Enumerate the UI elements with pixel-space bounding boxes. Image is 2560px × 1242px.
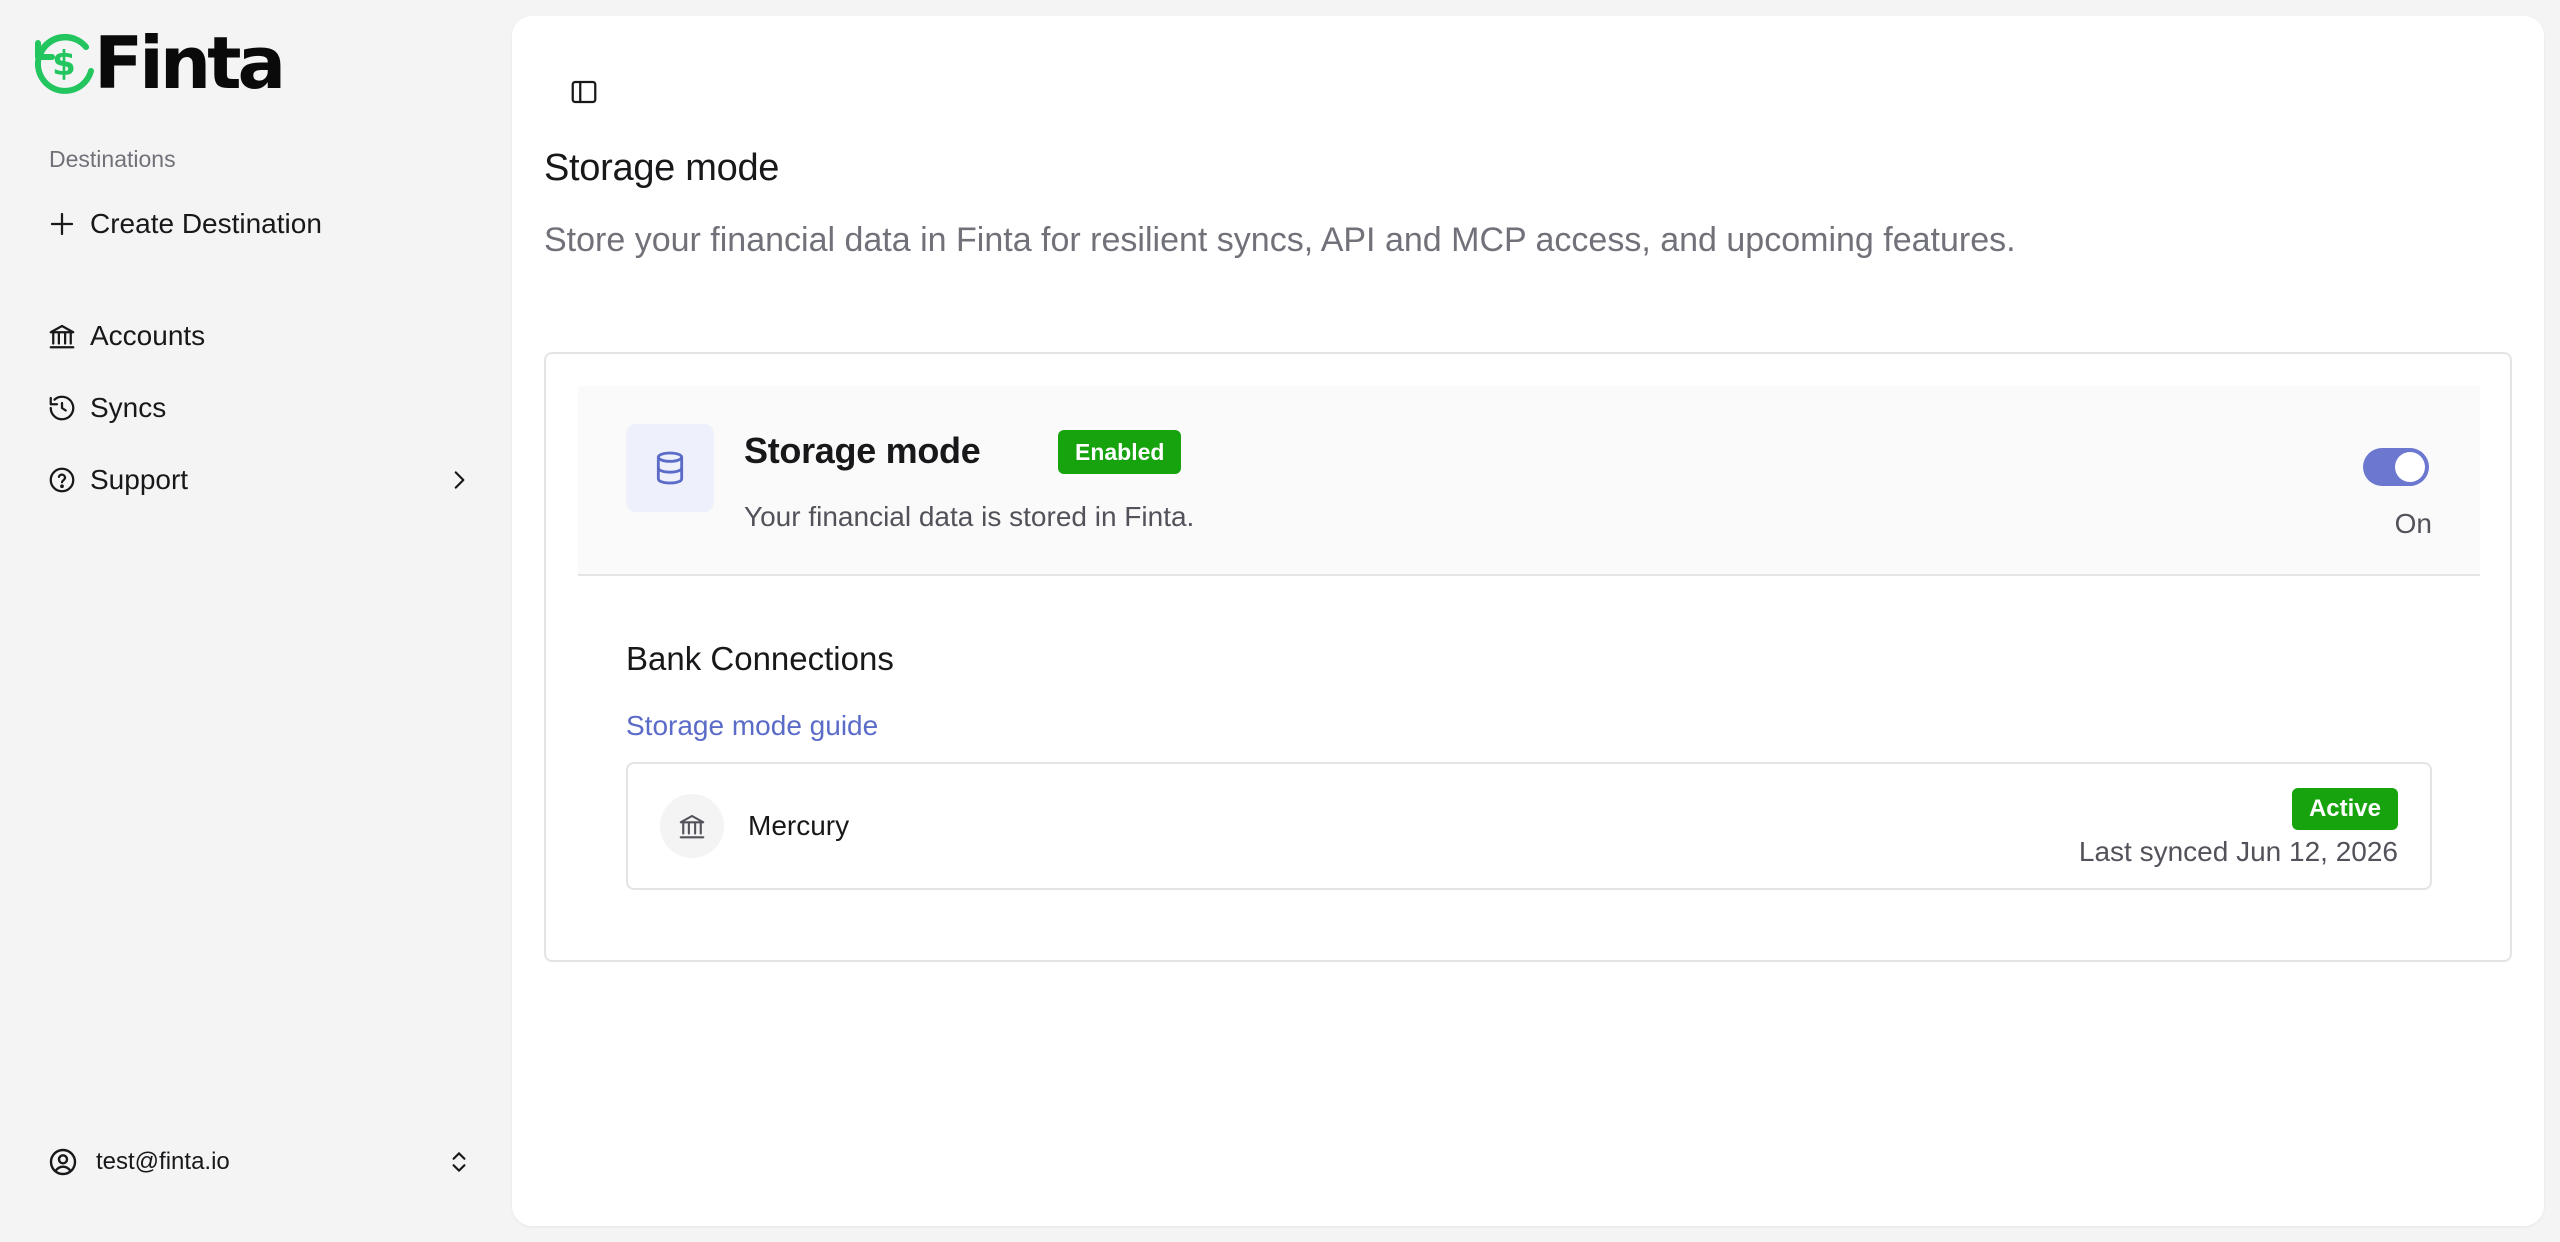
main-panel: Storage mode Store your financial data i…: [512, 16, 2544, 1226]
sidebar-item-accounts[interactable]: Accounts: [34, 306, 474, 366]
storage-mode-title: Storage mode: [744, 430, 981, 471]
storage-mode-guide-link[interactable]: Storage mode guide: [626, 710, 878, 742]
page-title: Storage mode: [544, 147, 780, 189]
sidebar-item-label: Accounts: [90, 320, 206, 351]
plus-icon: [34, 194, 90, 254]
page-subtitle: Store your financial data in Finta for r…: [544, 221, 2016, 259]
history-icon: [34, 378, 90, 438]
logo[interactable]: $ Finta: [28, 21, 286, 105]
sidebar-section-label: Destinations: [49, 146, 176, 172]
enabled-badge: Enabled: [1058, 430, 1182, 474]
chevrons-up-down-icon: [444, 1149, 474, 1175]
help-circle-icon: [34, 450, 90, 510]
bank-icon: [660, 794, 724, 858]
sidebar-toggle-button[interactable]: [554, 62, 614, 122]
connection-name: Mercury: [748, 810, 850, 841]
storage-mode-card: Storage mode Enabled Your financial data…: [544, 352, 2512, 962]
storage-mode-toggle[interactable]: [2363, 448, 2429, 486]
sidebar: $ Finta Destinations Create Destination …: [0, 0, 512, 1242]
toggle-knob: [2395, 452, 2425, 482]
storage-mode-description: Your financial data is stored in Finta.: [744, 501, 1195, 532]
dollar-refresh-icon: $: [34, 33, 94, 94]
last-synced-text: Last synced Jun 12, 2026: [2078, 836, 2398, 867]
logo-text: Finta: [94, 21, 286, 105]
sidebar-item-syncs[interactable]: Syncs: [34, 378, 474, 438]
toggle-state-label: On: [2394, 508, 2432, 539]
sidebar-item-label: Support: [90, 464, 189, 495]
bank-icon: [34, 306, 90, 366]
sidebar-item-label: Syncs: [90, 392, 167, 423]
bank-connections-title: Bank Connections: [626, 640, 894, 677]
sidebar-item-label: Create Destination: [90, 208, 322, 239]
user-menu[interactable]: test@finta.io: [34, 1132, 474, 1192]
app-root: $ Finta Destinations Create Destination …: [0, 0, 2560, 1242]
user-email: test@finta.io: [96, 1148, 230, 1175]
list-item[interactable]: Mercury Active Last synced Jun 12, 2026: [626, 762, 2432, 890]
status-badge: Active: [2291, 788, 2398, 830]
chevron-right-icon: [444, 465, 474, 495]
sidebar-item-create-destination[interactable]: Create Destination: [34, 194, 474, 254]
user-circle-icon: [34, 1146, 96, 1178]
panel-left-icon: [571, 80, 597, 104]
sidebar-item-support[interactable]: Support: [34, 450, 474, 510]
database-icon: [626, 424, 714, 512]
storage-mode-header: Storage mode Enabled Your financial data…: [578, 386, 2480, 576]
svg-text:$: $: [52, 44, 76, 84]
